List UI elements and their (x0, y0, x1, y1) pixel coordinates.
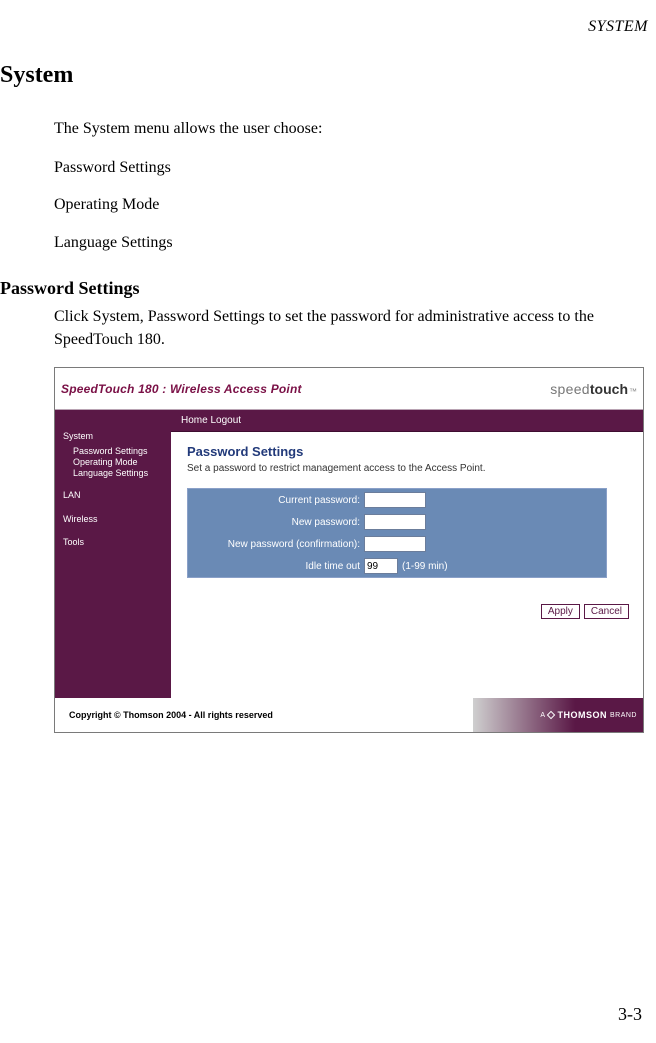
page-number: 3-3 (618, 1004, 642, 1025)
heading-system: System (0, 62, 644, 89)
sidebar-subitem-password-settings[interactable]: Password Settings (73, 446, 171, 457)
confirm-password-label: New password (confirmation): (194, 539, 364, 550)
heading-password-settings: Password Settings (0, 278, 644, 299)
idle-timeout-input[interactable] (364, 558, 398, 574)
speedtouch-logo: speedtouch™ (550, 381, 637, 397)
top-toolbar[interactable]: Home Logout (171, 410, 643, 432)
thomson-brand-badge: A THOMSON BRAND (540, 710, 637, 720)
thomson-brandword: BRAND (610, 712, 637, 719)
sidebar-item-tools[interactable]: Tools (63, 536, 171, 550)
idle-timeout-hint: (1-99 min) (402, 561, 448, 572)
apply-button[interactable]: Apply (541, 604, 580, 619)
current-password-input[interactable] (364, 492, 426, 508)
embedded-screenshot: SpeedTouch 180 : Wireless Access Point s… (54, 367, 644, 733)
running-head: SYSTEM (588, 18, 648, 36)
password-settings-body: Click System, Password Settings to set t… (54, 305, 644, 351)
sidebar-item-wireless[interactable]: Wireless (63, 513, 171, 527)
sidebar-subitem-language-settings[interactable]: Language Settings (73, 468, 171, 479)
cancel-button[interactable]: Cancel (584, 604, 629, 619)
current-password-label: Current password: (194, 495, 364, 506)
brand-part-touch: touch (590, 381, 628, 397)
new-password-input[interactable] (364, 514, 426, 530)
sidebar-item-lan[interactable]: LAN (63, 489, 171, 503)
sidebar-subitem-operating-mode[interactable]: Operating Mode (73, 457, 171, 468)
thomson-stripe: A THOMSON BRAND (473, 698, 643, 732)
thomson-name: THOMSON (557, 710, 607, 720)
confirm-password-input[interactable] (364, 536, 426, 552)
screenshot-sidebar: System Password Settings Operating Mode … (55, 410, 171, 698)
copyright-text: Copyright © Thomson 2004 - All rights re… (69, 710, 273, 720)
panel-title: Password Settings (171, 432, 643, 463)
sidebar-item-system[interactable]: System (63, 430, 171, 444)
thomson-a: A (540, 712, 545, 719)
brand-tm: ™ (629, 387, 637, 396)
panel-subtitle: Set a password to restrict management ac… (171, 463, 643, 488)
thomson-logo-icon (547, 711, 555, 719)
new-password-label: New password: (194, 517, 364, 528)
menu-item-language-settings: Language Settings (54, 231, 644, 254)
page-content: System The System menu allows the user c… (0, 0, 644, 733)
brand-part-speed: speed (550, 381, 590, 397)
menu-item-password-settings: Password Settings (54, 156, 644, 179)
password-form: Current password: New password: New pass… (187, 488, 607, 578)
intro-text: The System menu allows the user choose: (54, 117, 644, 140)
screenshot-header: SpeedTouch 180 : Wireless Access Point s… (55, 368, 643, 410)
device-title: SpeedTouch 180 : Wireless Access Point (61, 382, 302, 396)
idle-timeout-label: Idle time out (194, 561, 364, 572)
menu-item-operating-mode: Operating Mode (54, 193, 644, 216)
